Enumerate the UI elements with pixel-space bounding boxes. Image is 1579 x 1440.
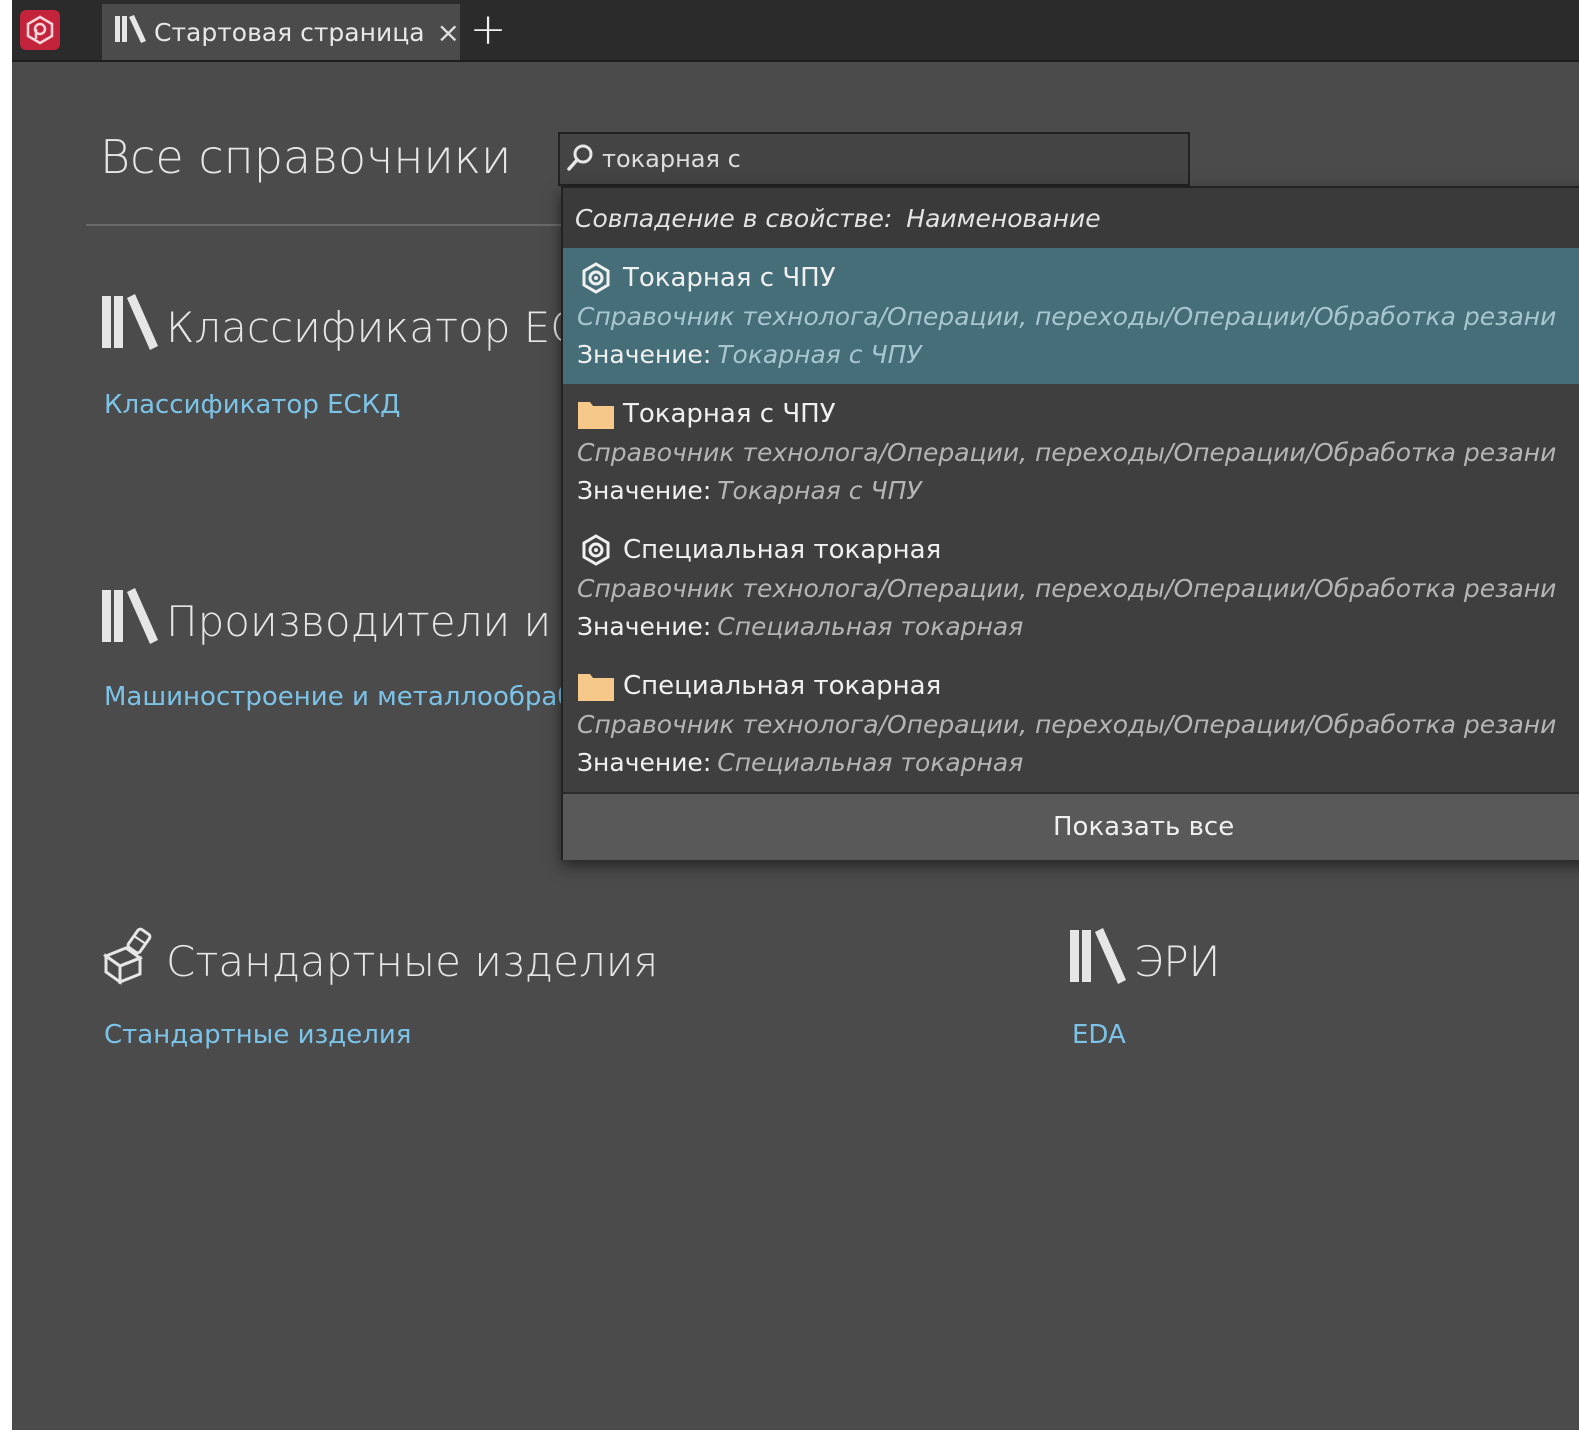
add-tab-button[interactable]: + [468, 8, 508, 52]
result-path: Справочник технолога/Операции, переходы/… [577, 438, 1557, 467]
search-result-item[interactable]: Токарная с ЧПУ Справочник технолога/Опер… [563, 248, 1579, 384]
search-box[interactable] [558, 132, 1190, 186]
result-name: Специальная токарная [623, 535, 942, 565]
result-value: Специальная токарная [717, 612, 1024, 641]
library-icon [114, 14, 148, 50]
search-results-dropdown: Совпадение в свойстве: Наименование Тока… [561, 186, 1579, 860]
tab-label: Стартовая страница [154, 17, 425, 47]
value-label: Значение: [577, 748, 712, 777]
link-standard-parts[interactable]: Стандартные изделия [104, 1020, 411, 1050]
section-heading-text: Производители и по [166, 596, 618, 646]
value-label: Значение: [577, 340, 712, 369]
result-path: Справочник технолога/Операции, переходы/… [577, 710, 1557, 739]
result-path: Справочник технолога/Операции, переходы/… [577, 302, 1557, 331]
search-result-item[interactable]: Токарная с ЧПУ Справочник технолога/Опер… [563, 384, 1579, 520]
section-heading-eskd: Классификатор ЕСКД [100, 292, 641, 362]
search-result-item[interactable]: Специальная токарная Справочник технолог… [563, 520, 1579, 656]
value-label: Значение: [577, 612, 712, 641]
standard-parts-icon [100, 926, 166, 996]
search-result-item[interactable]: Специальная токарная Справочник технолог… [563, 656, 1579, 792]
search-input[interactable] [600, 144, 1164, 174]
titlebar: Стартовая страница × + [12, 0, 1579, 62]
show-all-button[interactable]: Показать все [563, 792, 1579, 860]
result-value: Токарная с ЧПУ [717, 476, 922, 505]
page-title: Все справочники [100, 130, 512, 184]
section-heading-text: ЭРИ [1134, 936, 1221, 986]
section-heading-eri: ЭРИ [1068, 926, 1220, 996]
app-logo-icon[interactable] [20, 10, 60, 50]
library-icon [1068, 926, 1134, 996]
result-path: Справочник технолога/Операции, переходы/… [577, 574, 1557, 603]
section-heading-text: Стандартные изделия [166, 936, 659, 986]
result-name: Специальная токарная [623, 671, 942, 701]
match-property: Наименование [906, 203, 1101, 233]
match-property-header: Совпадение в свойстве: Наименование [563, 188, 1579, 248]
window-border [0, 0, 12, 1440]
result-name: Токарная с ЧПУ [623, 263, 836, 293]
value-label: Значение: [577, 476, 712, 505]
close-tab-icon[interactable]: × [437, 16, 460, 49]
match-label: Совпадение в свойстве: [575, 203, 893, 233]
library-icon [100, 292, 166, 362]
folder-icon [577, 397, 615, 431]
link-eskd-classifier[interactable]: Классификатор ЕСКД [104, 390, 400, 420]
operation-icon [577, 261, 615, 295]
search-icon [566, 142, 596, 176]
operation-icon [577, 533, 615, 567]
section-heading-standard-parts: Стандартные изделия [100, 926, 658, 996]
title-divider [86, 224, 576, 226]
library-icon [100, 586, 166, 656]
app-window: Стартовая страница × + Все справочники К… [12, 0, 1579, 1430]
tab-start-page[interactable]: Стартовая страница × [102, 4, 460, 60]
section-heading-manufacturers: Производители и по [100, 586, 618, 656]
link-mechanical-engineering[interactable]: Машиностроение и металлообраб [104, 682, 573, 712]
result-value: Специальная токарная [717, 748, 1024, 777]
result-value: Токарная с ЧПУ [717, 340, 922, 369]
folder-icon [577, 669, 615, 703]
link-eda[interactable]: EDA [1072, 1020, 1126, 1050]
result-name: Токарная с ЧПУ [623, 399, 836, 429]
